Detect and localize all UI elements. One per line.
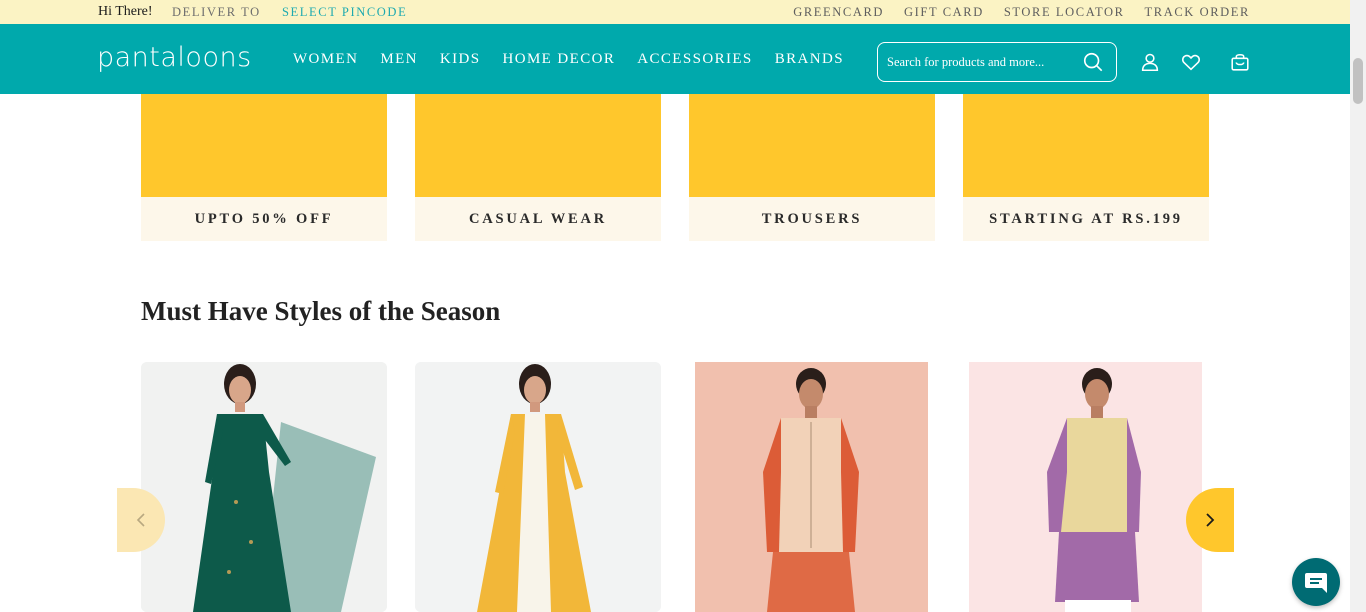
nav-brands[interactable]: BRANDS — [775, 51, 844, 68]
greeting-text: Hi There! — [98, 4, 153, 19]
category-image — [415, 94, 661, 197]
product-card[interactable] — [141, 362, 387, 612]
carousel-next-button[interactable] — [1186, 488, 1234, 552]
search-icon[interactable] — [1082, 51, 1104, 73]
category-card-rs199[interactable]: STARTING AT RS.199 — [963, 94, 1209, 241]
page-scrollbar[interactable] — [1350, 0, 1366, 612]
category-label: UPTO 50% OFF — [141, 197, 387, 241]
nav-home-decor[interactable]: HOME DECOR — [502, 51, 615, 68]
search-input[interactable] — [887, 52, 1077, 72]
chat-bubble-icon — [1305, 573, 1327, 593]
product-image-men-nehru-jacket — [695, 362, 928, 612]
category-card-casual-wear[interactable]: CASUAL WEAR — [415, 94, 661, 241]
category-label: STARTING AT RS.199 — [963, 197, 1209, 241]
nav-women[interactable]: WOMEN — [293, 51, 358, 68]
category-card-trousers[interactable]: TROUSERS — [689, 94, 935, 241]
nav-accessories[interactable]: ACCESSORIES — [637, 51, 752, 68]
pantaloons-logo[interactable]: pantaloons — [97, 44, 252, 72]
search-box — [877, 42, 1117, 82]
shopping-bag-icon[interactable] — [1229, 51, 1251, 73]
product-card[interactable] — [415, 362, 661, 612]
user-icon[interactable] — [1139, 51, 1161, 73]
scrollbar-thumb[interactable] — [1353, 58, 1363, 104]
product-image-green-anarkali — [141, 362, 387, 612]
product-image-yellow-jacket-kurta — [415, 362, 661, 612]
track-order-link[interactable]: TRACK ORDER — [1145, 5, 1250, 20]
top-links: GREENCARD GIFT CARD STORE LOCATOR TRACK … — [793, 5, 1250, 20]
top-utility-bar: Hi There! DELIVER TO SELECT PINCODE GREE… — [0, 0, 1350, 24]
carousel-prev-button[interactable] — [117, 488, 165, 552]
select-pincode-link[interactable]: SELECT PINCODE — [282, 5, 407, 20]
store-locator-link[interactable]: STORE LOCATOR — [1004, 5, 1125, 20]
product-image-men-purple-kurta — [969, 362, 1202, 612]
product-card[interactable] — [689, 362, 935, 612]
gift-card-link[interactable]: GIFT CARD — [904, 5, 984, 20]
category-image — [963, 94, 1209, 197]
category-image — [141, 94, 387, 197]
nav-men[interactable]: MEN — [380, 51, 418, 68]
category-card-sale[interactable]: UPTO 50% OFF — [141, 94, 387, 241]
main-nav: WOMEN MEN KIDS HOME DECOR ACCESSORIES BR… — [293, 51, 844, 68]
chat-button[interactable] — [1292, 558, 1340, 606]
greencard-link[interactable]: GREENCARD — [793, 5, 884, 20]
deliver-to-label: DELIVER TO — [172, 5, 261, 19]
product-card[interactable] — [963, 362, 1209, 612]
category-label: CASUAL WEAR — [415, 197, 661, 241]
nav-kids[interactable]: KIDS — [440, 51, 481, 68]
section-title: Must Have Styles of the Season — [141, 296, 501, 326]
heart-icon[interactable] — [1180, 51, 1202, 73]
category-label: TROUSERS — [689, 197, 935, 241]
category-image — [689, 94, 935, 197]
main-header: pantaloons WOMEN MEN KIDS HOME DECOR ACC… — [0, 24, 1350, 94]
